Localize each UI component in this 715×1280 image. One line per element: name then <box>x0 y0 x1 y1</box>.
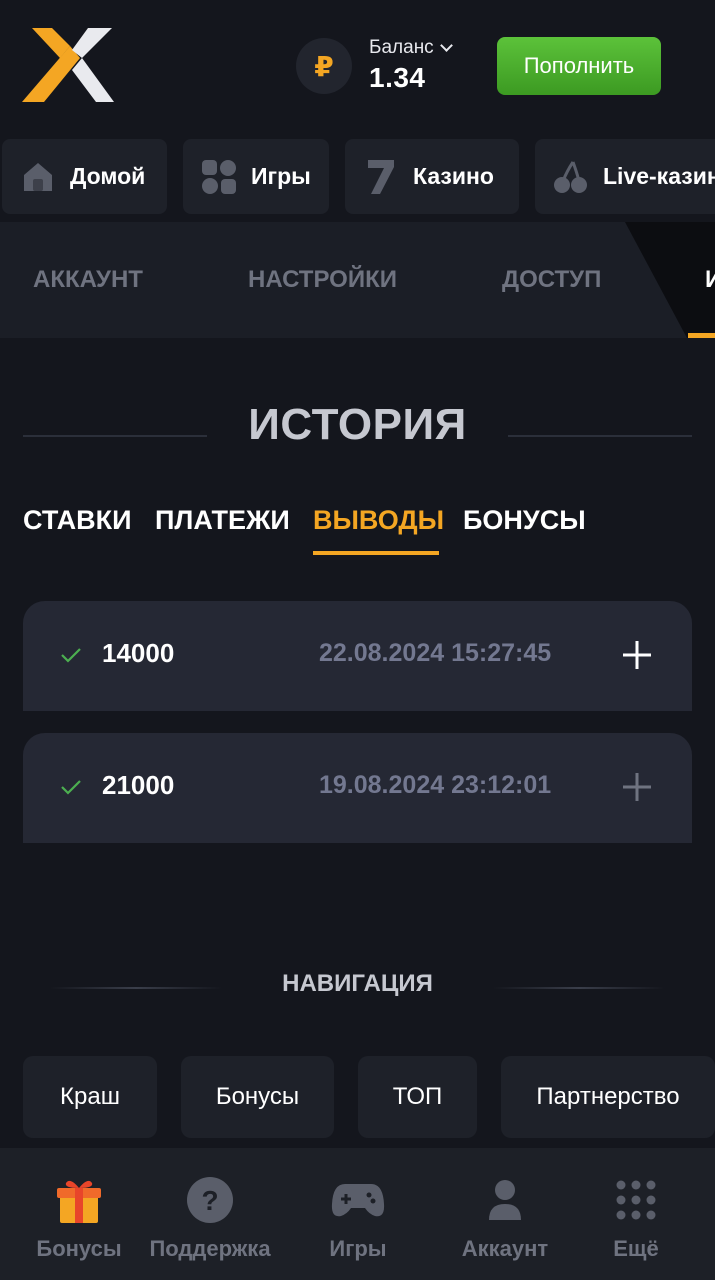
tab-account[interactable]: АККАУНТ <box>33 222 143 338</box>
category-home[interactable]: Домой <box>2 139 167 214</box>
bottom-tab-games[interactable]: Игры <box>298 1148 418 1280</box>
nav-title: НАВИГАЦИЯ <box>282 970 433 997</box>
bottom-tab-bar: Бонусы ? Поддержка Игры Аккаунт Ещё <box>0 1148 715 1280</box>
chevron-down-icon <box>439 38 453 52</box>
category-games[interactable]: Игры <box>183 139 329 214</box>
active-tab-underline <box>313 551 439 555</box>
withdrawal-row[interactable]: 21000 19.08.2024 23:12:01 <box>23 733 692 843</box>
bottom-tab-support[interactable]: ? Поддержка <box>140 1148 280 1280</box>
grid-icon <box>201 159 237 195</box>
tab-bonuses[interactable]: БОНУСЫ <box>463 505 586 536</box>
balance-value: 1.34 <box>369 62 426 93</box>
seven-icon <box>363 159 399 195</box>
nav-link-partnership[interactable]: Партнерство <box>501 1056 715 1138</box>
title-divider-right <box>508 435 692 437</box>
withdrawal-date: 19.08.2024 23:12:01 <box>319 771 552 799</box>
tab-access[interactable]: ДОСТУП <box>502 222 601 338</box>
user-icon <box>478 1174 532 1226</box>
expand-plus-icon[interactable] <box>621 639 653 671</box>
nav-link-bonuses[interactable]: Бонусы <box>181 1056 334 1138</box>
gamepad-icon <box>331 1174 385 1226</box>
tab-settings[interactable]: НАСТРОЙКИ <box>248 222 397 338</box>
check-icon <box>61 648 81 663</box>
withdrawal-row[interactable]: 14000 22.08.2024 15:27:45 <box>23 601 692 711</box>
tab-history[interactable]: ИСТОРИЯ <box>705 222 715 338</box>
tab-bets[interactable]: СТАВКИ <box>23 505 132 536</box>
nav-divider-right <box>493 987 665 989</box>
svg-text:?: ? <box>201 1185 218 1216</box>
header: ₽ Баланс 1.34 Пополнить <box>0 0 715 130</box>
withdrawal-amount: 14000 <box>102 638 175 668</box>
bottom-tab-more[interactable]: Ещё <box>576 1148 696 1280</box>
deposit-button[interactable]: Пополнить <box>497 37 661 95</box>
currency-icon: ₽ <box>296 38 352 94</box>
gift-icon <box>52 1174 106 1226</box>
withdrawal-amount: 21000 <box>102 770 175 800</box>
cherries-icon <box>553 159 589 195</box>
home-icon <box>20 159 56 195</box>
x-logo[interactable] <box>22 28 114 102</box>
bottom-tab-bonuses[interactable]: Бонусы <box>19 1148 139 1280</box>
category-casino[interactable]: Казино <box>345 139 519 214</box>
tab-history-background <box>625 222 715 338</box>
profile-tabs: АККАУНТ НАСТРОЙКИ ДОСТУП ИСТОРИЯ <box>0 222 715 338</box>
expand-plus-icon[interactable] <box>621 771 653 803</box>
dots-grid-icon <box>609 1174 663 1226</box>
category-strip: Домой Игры Казино Live-казино <box>0 139 715 215</box>
bottom-tab-account[interactable]: Аккаунт <box>445 1148 565 1280</box>
category-live-casino[interactable]: Live-казино <box>535 139 715 214</box>
tab-payments[interactable]: ПЛАТЕЖИ <box>155 505 290 536</box>
check-icon <box>61 780 81 795</box>
balance-label[interactable]: Баланс <box>369 37 453 59</box>
tab-withdrawals[interactable]: ВЫВОДЫ <box>313 505 444 536</box>
page-title: ИСТОРИЯ <box>248 400 467 449</box>
tab-history-underline <box>688 333 715 338</box>
nav-link-crash[interactable]: Краш <box>23 1056 157 1138</box>
withdrawal-date: 22.08.2024 15:27:45 <box>319 639 552 667</box>
nav-link-top[interactable]: ТОП <box>358 1056 477 1138</box>
help-icon: ? <box>183 1174 237 1226</box>
